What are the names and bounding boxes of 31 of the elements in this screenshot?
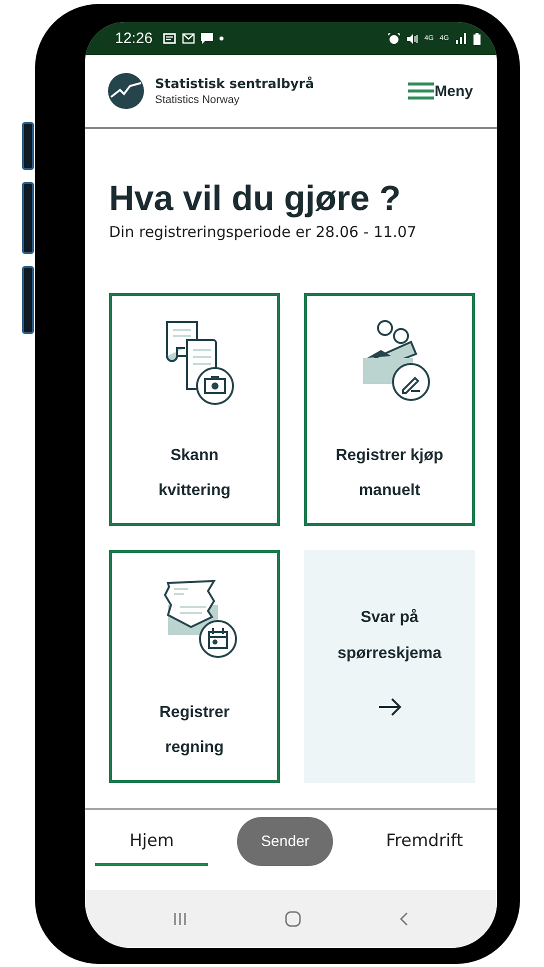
status-time: 12:26	[115, 30, 153, 47]
battery-icon	[473, 32, 481, 44]
back-icon[interactable]	[398, 911, 409, 927]
signal-icon	[455, 33, 467, 44]
action-card[interactable]: Skann kvittering	[109, 293, 280, 526]
survey-card[interactable]: Svar på spørreskjema	[304, 550, 475, 783]
period-text: Din registreringsperiode er 28.06 - 11.07	[109, 223, 418, 241]
logo-icon	[107, 72, 145, 110]
card-label: Skann kvittering	[158, 446, 230, 501]
notification-dot-icon	[218, 36, 224, 41]
alarm-icon	[388, 32, 400, 44]
action-card[interactable]: Registrer regning	[109, 550, 280, 783]
card-label: Registrer kjøp manuelt	[336, 446, 444, 501]
logo-subtitle: Statistics Norway	[155, 94, 240, 106]
toast-message: Sender	[237, 816, 334, 866]
card-label: Registrer regning	[159, 703, 230, 758]
home-tab[interactable]: Hjem	[95, 816, 208, 866]
mail-icon	[182, 33, 195, 44]
logo-title: Statistisk sentralbyrå	[155, 76, 314, 92]
chat-icon	[200, 33, 213, 44]
menu-button[interactable]: Meny	[408, 82, 473, 100]
home-icon[interactable]	[284, 910, 302, 928]
card-label: Svar på spørreskjema	[337, 608, 442, 664]
progress-tab[interactable]: Fremdrift	[352, 816, 497, 866]
mute-icon	[406, 32, 418, 44]
page-heading: Hva vil du gjøre ?	[109, 179, 402, 219]
recent-apps-icon[interactable]	[173, 912, 188, 926]
message-icon	[162, 33, 176, 44]
arrow-right-icon	[378, 698, 402, 716]
menu-icon	[408, 82, 434, 100]
action-card[interactable]: Registrer kjøp manuelt	[304, 293, 475, 526]
